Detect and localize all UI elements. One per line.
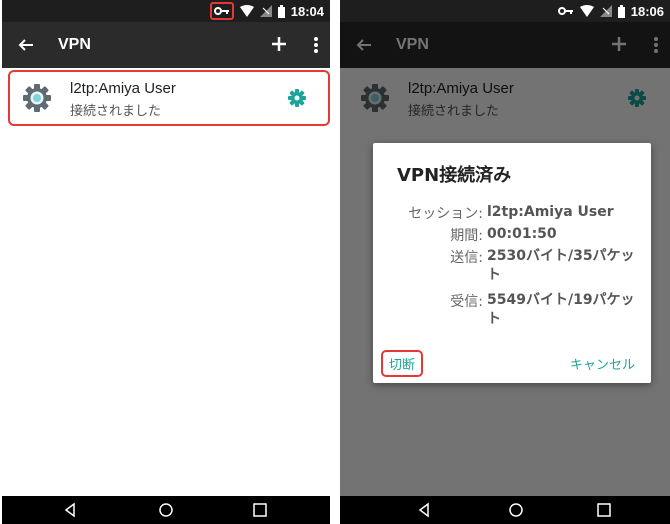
received-value: 5549バイト/19パケット bbox=[487, 292, 635, 327]
status-bar: 18:06 bbox=[340, 0, 670, 22]
navigation-bar bbox=[340, 496, 670, 524]
phone-screen-vpn-dialog: 18:06 VPN接続済み セッション: l2tp:Amiya User 期間:… bbox=[340, 0, 670, 524]
nav-recents-icon[interactable] bbox=[252, 502, 268, 518]
received-label: 受信: bbox=[450, 294, 483, 310]
clock: 18:04 bbox=[290, 3, 324, 19]
back-arrow-icon[interactable] bbox=[16, 35, 36, 55]
cancel-button[interactable]: キャンセル bbox=[570, 354, 635, 373]
signal-icon bbox=[599, 5, 612, 17]
signal-icon bbox=[259, 5, 272, 17]
nav-home-icon[interactable] bbox=[158, 502, 174, 518]
page-title: VPN bbox=[58, 36, 91, 53]
nav-recents-icon[interactable] bbox=[596, 502, 612, 518]
vpn-profile-item[interactable]: l2tp:Amiya User 接続されました bbox=[8, 70, 330, 126]
wifi-icon bbox=[579, 5, 594, 17]
sent-label: 送信: bbox=[450, 250, 483, 266]
battery-icon bbox=[617, 4, 625, 18]
vpn-connected-dialog: VPN接続済み セッション: l2tp:Amiya User 期間: 00:01… bbox=[373, 143, 651, 383]
duration-label: 期間: bbox=[450, 228, 483, 244]
clock: 18:06 bbox=[630, 3, 664, 19]
more-vert-icon[interactable] bbox=[312, 35, 320, 55]
app-bar: VPN bbox=[2, 22, 330, 68]
phone-screen-vpn-list: 18:04 VPN l2tp:Amiya User 接続されました bbox=[2, 0, 330, 524]
key-icon bbox=[209, 2, 234, 20]
session-value: l2tp:Amiya User bbox=[487, 204, 614, 220]
nav-back-icon[interactable] bbox=[62, 502, 78, 518]
session-label: セッション: bbox=[408, 206, 483, 222]
duration-value: 00:01:50 bbox=[487, 226, 557, 242]
dialog-title: VPN接続済み bbox=[397, 165, 512, 186]
sent-value: 2530バイト/35パケット bbox=[487, 248, 635, 283]
vpn-name: l2tp:Amiya User bbox=[70, 80, 176, 97]
vpn-profile-gear-icon bbox=[22, 83, 52, 113]
vpn-status: 接続されました bbox=[70, 104, 162, 119]
gear-icon[interactable] bbox=[288, 89, 306, 107]
disconnect-button[interactable]: 切断 bbox=[381, 350, 424, 377]
navigation-bar bbox=[2, 496, 330, 524]
plus-icon[interactable] bbox=[268, 33, 290, 55]
vpn-list: l2tp:Amiya User 接続されました bbox=[2, 68, 330, 496]
status-bar: 18:04 bbox=[2, 0, 330, 22]
wifi-icon bbox=[239, 5, 254, 17]
key-icon bbox=[557, 6, 574, 16]
nav-back-icon[interactable] bbox=[416, 502, 432, 518]
nav-home-icon[interactable] bbox=[508, 502, 524, 518]
battery-icon bbox=[277, 4, 285, 18]
